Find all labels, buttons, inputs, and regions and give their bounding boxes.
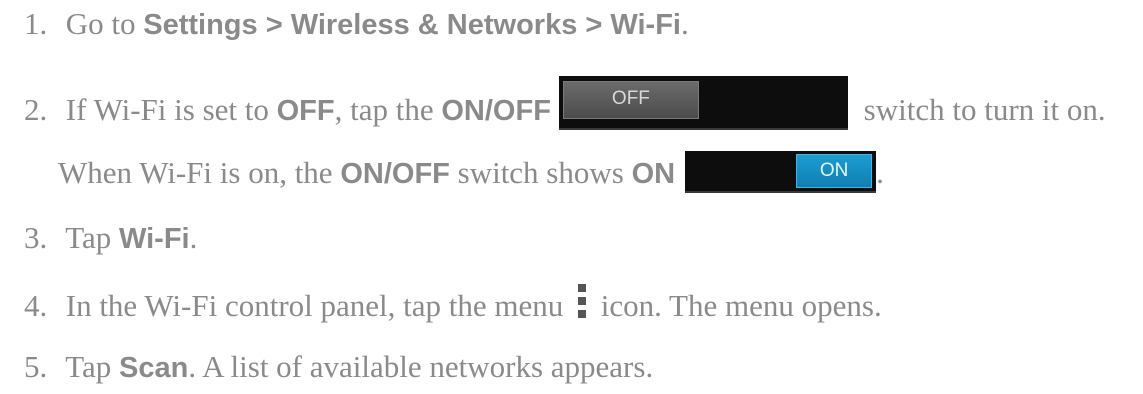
step-text: icon. The menu opens. bbox=[593, 288, 882, 323]
bold-off: OFF bbox=[276, 95, 335, 127]
bold-on-off: ON/OFF bbox=[441, 95, 551, 127]
bold-on-off: ON/OFF bbox=[340, 158, 450, 190]
step-text: . bbox=[680, 6, 689, 41]
step-1: 1. Go to Settings > Wireless & Networks … bbox=[24, 4, 689, 45]
step-number: 4. bbox=[24, 288, 48, 323]
step-2-continuation: When Wi-Fi is on, the ON/OFF switch show… bbox=[58, 151, 884, 194]
step-text: If Wi-Fi is set to bbox=[65, 92, 277, 127]
bold-wifi: Wi-Fi bbox=[118, 223, 190, 255]
settings-path: Settings > Wireless & Networks > Wi-Fi bbox=[143, 9, 681, 41]
step-number: 1. bbox=[24, 6, 48, 41]
step-text: Tap bbox=[65, 349, 119, 384]
step-text: . bbox=[189, 220, 198, 255]
step-text: In the Wi-Fi control panel, tap the menu bbox=[65, 288, 571, 323]
bold-on: ON bbox=[631, 158, 676, 190]
bold-scan: Scan bbox=[118, 352, 189, 384]
step-text: switch to turn it on. bbox=[855, 92, 1106, 127]
step-5: 5. Tap Scan. A list of available network… bbox=[24, 347, 653, 388]
step-text: . A list of available networks appears. bbox=[188, 349, 654, 384]
step-2: 2. If Wi-Fi is set to OFF, tap the ON/OF… bbox=[24, 76, 1106, 131]
switch-knob-off: OFF bbox=[562, 81, 699, 119]
step-4: 4. In the Wi-Fi control panel, tap the m… bbox=[24, 284, 882, 326]
step-number: 3. bbox=[24, 220, 48, 255]
switch-knob-on: ON bbox=[796, 154, 873, 188]
overflow-menu-icon[interactable] bbox=[577, 284, 587, 318]
step-text: Go to bbox=[65, 6, 144, 41]
step-text: Tap bbox=[65, 220, 119, 255]
step-text: , tap the bbox=[334, 92, 442, 127]
on-off-switch-off[interactable]: OFF bbox=[558, 76, 848, 130]
step-text: When Wi-Fi is on, the bbox=[58, 155, 341, 190]
step-text: . bbox=[876, 155, 884, 190]
step-number: 5. bbox=[24, 349, 48, 384]
on-off-switch-on[interactable]: ON bbox=[685, 151, 877, 193]
step-text: switch shows bbox=[449, 155, 632, 190]
step-3: 3. Tap Wi-Fi. bbox=[24, 218, 197, 259]
step-number: 2. bbox=[24, 92, 48, 127]
